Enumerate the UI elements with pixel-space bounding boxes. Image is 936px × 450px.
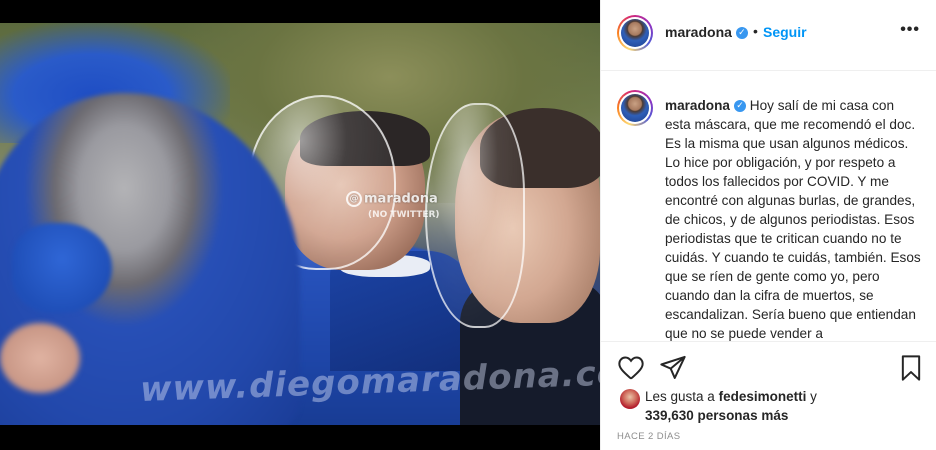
verified-icon: ✓ bbox=[733, 100, 746, 113]
separator-dot: • bbox=[753, 23, 758, 39]
bookmark-icon[interactable] bbox=[897, 354, 925, 382]
photo-foreground-hand bbox=[0, 323, 80, 393]
caption-username-link[interactable]: maradona ✓ bbox=[665, 98, 746, 113]
follow-button[interactable]: Seguir bbox=[763, 24, 807, 40]
post-media[interactable]: @ maradona (NO TWITTER) www.diegomaradona… bbox=[0, 0, 600, 450]
caption-text-block: maradona ✓ Hoy salí de mi casa con esta m… bbox=[665, 96, 923, 341]
photo-child-face-shield bbox=[425, 103, 525, 328]
verified-icon: ✓ bbox=[735, 27, 748, 40]
avatar-photo bbox=[621, 94, 649, 122]
photo-foreground-mask bbox=[12, 223, 112, 313]
more-options-icon[interactable]: ••• bbox=[900, 22, 920, 38]
watermark-handle: @ maradona bbox=[346, 191, 438, 207]
watermark-note: (NO TWITTER) bbox=[368, 210, 440, 220]
avatar-ring-inner bbox=[619, 92, 651, 124]
caption-area[interactable]: maradona ✓ Hoy salí de mi casa con esta m… bbox=[601, 72, 936, 341]
post-header: maradona ✓ • Seguir ••• bbox=[601, 0, 936, 71]
username-link[interactable]: maradona ✓ bbox=[665, 24, 748, 40]
avatar[interactable] bbox=[617, 15, 653, 51]
post-timestamp[interactable]: HACE 2 DÍAS bbox=[617, 431, 681, 442]
post-side-panel: maradona ✓ • Seguir ••• maradona ✓ Hoy sal… bbox=[600, 0, 936, 450]
likes-text: Les gusta a fedesimonetti y 339,630 pers… bbox=[645, 389, 817, 423]
action-bar bbox=[601, 341, 936, 391]
paper-plane-icon[interactable] bbox=[659, 354, 687, 382]
liker-avatar[interactable] bbox=[620, 389, 640, 409]
avatar-ring-inner bbox=[619, 17, 651, 49]
liker-username-link[interactable]: fedesimonetti bbox=[719, 389, 807, 404]
avatar-photo bbox=[621, 19, 649, 47]
heart-icon[interactable] bbox=[617, 354, 645, 382]
caption-text: Hoy salí de mi casa con esta máscara, qu… bbox=[665, 98, 921, 341]
caption-avatar[interactable] bbox=[617, 90, 653, 126]
post-photo[interactable]: @ maradona (NO TWITTER) www.diegomaradona… bbox=[0, 23, 600, 425]
likes-count-link[interactable]: 339,630 personas más bbox=[645, 408, 788, 423]
